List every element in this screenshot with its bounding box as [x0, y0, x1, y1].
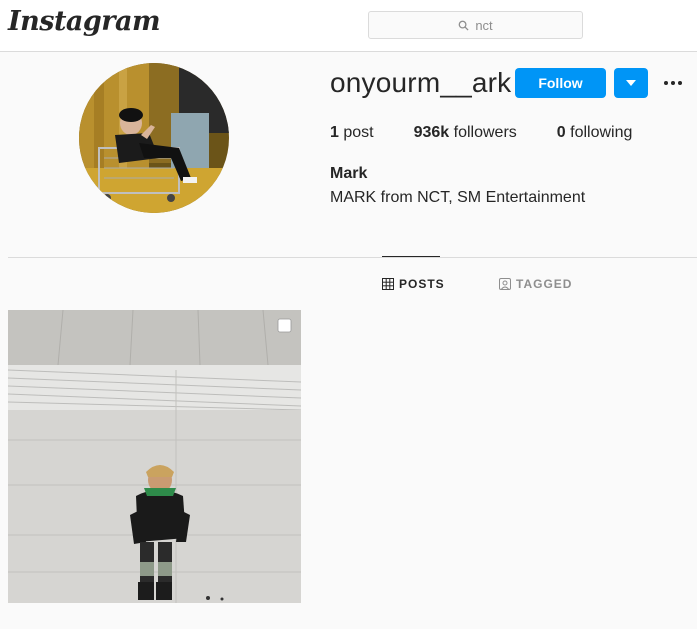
more-dot-icon — [664, 81, 668, 85]
post-photo — [8, 310, 301, 603]
search-input[interactable]: nct — [368, 11, 583, 39]
post-thumbnail[interactable] — [8, 310, 301, 603]
tab-posts[interactable]: POSTS — [382, 277, 445, 291]
profile-stats: 1 post 936k followers 0 following — [330, 124, 672, 142]
followers-stat[interactable]: 936k followers — [414, 124, 517, 142]
more-dot-icon — [678, 81, 682, 85]
profile-username: onyourm__ark — [330, 67, 512, 98]
caret-down-icon — [626, 80, 636, 86]
more-options-button[interactable] — [661, 72, 685, 94]
profile-bio: MARK from NCT, SM Entertainment — [330, 189, 586, 206]
suggested-accounts-button[interactable] — [614, 68, 648, 98]
avatar-photo — [79, 63, 229, 213]
profile-avatar[interactable] — [79, 63, 229, 213]
top-navigation-bar: Instagram nct — [0, 0, 697, 52]
grid-icon — [382, 278, 394, 290]
carousel-icon — [277, 318, 292, 333]
search-value: nct — [475, 17, 493, 33]
more-dot-icon — [671, 81, 675, 85]
search-icon — [458, 20, 469, 31]
tabs-divider — [8, 257, 697, 258]
tagged-icon — [499, 278, 511, 290]
active-tab-indicator — [382, 256, 440, 257]
follow-button[interactable]: Follow — [515, 68, 606, 98]
tab-tagged[interactable]: TAGGED — [499, 277, 572, 291]
posts-count-stat: 1 post — [330, 124, 374, 141]
following-stat[interactable]: 0 following — [557, 124, 633, 142]
profile-full-name: Mark — [330, 165, 368, 182]
instagram-logo[interactable]: Instagram — [8, 6, 161, 37]
